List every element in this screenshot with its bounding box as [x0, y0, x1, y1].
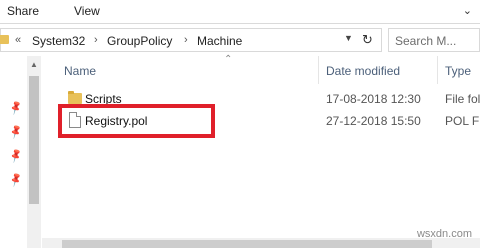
address-row: « System32 › GroupPolicy › Machine ▼ ↻ S… — [0, 24, 480, 56]
folder-icon — [68, 91, 82, 104]
chevron-down-icon[interactable]: ⌄ — [463, 4, 472, 17]
breadcrumb-system32[interactable]: System32 — [32, 34, 85, 48]
file-type: POL File — [445, 114, 480, 128]
file-date: 27-12-2018 15:50 — [326, 114, 421, 128]
address-bar[interactable]: « System32 › GroupPolicy › Machine ▼ ↻ — [0, 28, 382, 52]
breadcrumb-grouppolicy[interactable]: GroupPolicy — [107, 34, 172, 48]
chevron-down-icon[interactable]: ▼ — [344, 33, 353, 43]
column-divider[interactable] — [318, 56, 319, 84]
refresh-icon[interactable]: ↻ — [362, 32, 373, 48]
breadcrumb-separator[interactable]: › — [94, 34, 98, 46]
scroll-up-arrow-icon[interactable]: ▲ — [30, 60, 38, 69]
highlight-annotation — [58, 104, 215, 138]
column-divider[interactable] — [437, 56, 438, 84]
breadcrumb-separator[interactable]: › — [184, 34, 188, 46]
search-placeholder: Search M... — [395, 34, 457, 48]
sort-ascending-icon: ⌃ — [224, 54, 233, 65]
nav-scrollbar-thumb[interactable] — [29, 76, 39, 204]
folder-icon — [0, 35, 9, 44]
overflow-crumb[interactable]: « — [15, 34, 21, 46]
tab-share[interactable]: Share — [7, 4, 39, 18]
column-header-row: ⌃ Name Date modified Type — [42, 54, 480, 84]
file-type: File fol — [445, 92, 480, 106]
column-type[interactable]: Type — [445, 64, 471, 78]
watermark: wsxdn.com — [416, 228, 472, 240]
column-name[interactable]: Name — [64, 64, 96, 78]
tab-view[interactable]: View — [74, 4, 100, 18]
horizontal-scrollbar-thumb[interactable] — [62, 240, 432, 248]
search-input[interactable]: Search M... — [388, 28, 480, 52]
ribbon-bar: Share View ⌄ — [0, 0, 480, 24]
column-date-modified[interactable]: Date modified — [326, 64, 400, 78]
file-date: 17-08-2018 12:30 — [326, 92, 421, 106]
breadcrumb-machine[interactable]: Machine — [197, 34, 242, 48]
